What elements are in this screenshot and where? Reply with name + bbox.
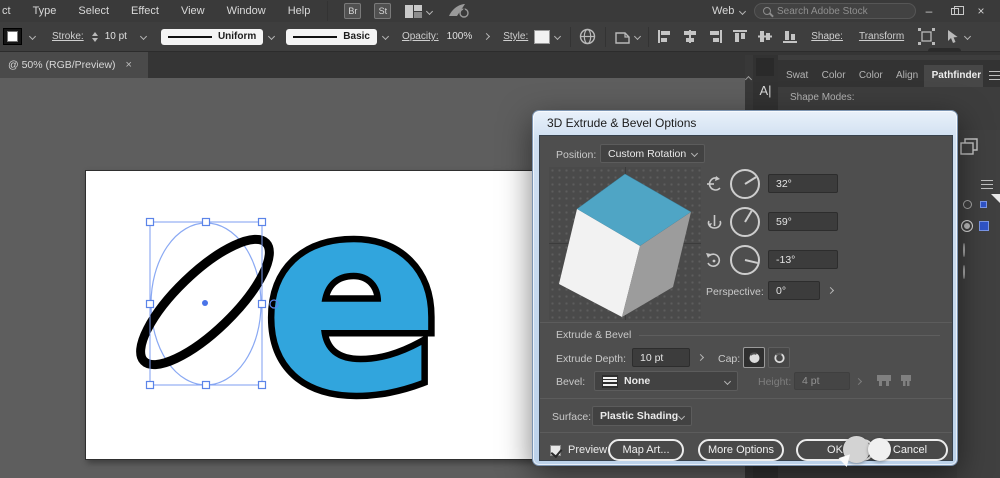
rotate-y-value: 59° (776, 216, 792, 228)
tab-color[interactable]: Color (814, 65, 851, 87)
rotate-z-axis-icon (706, 252, 723, 268)
layers-panel-sliver (957, 130, 1000, 478)
layer-row[interactable] (963, 200, 987, 209)
center-anchor-point[interactable] (202, 300, 208, 306)
layers-panel-menu-icon[interactable] (981, 180, 993, 189)
tab-color-guide[interactable]: Color (851, 65, 888, 87)
bevel-label: Bevel: (556, 376, 585, 388)
surface-value: Plastic Shading (600, 410, 678, 422)
height-label: Height: (758, 376, 791, 388)
map-art-button[interactable]: Map Art... (608, 439, 684, 461)
preview-toggle[interactable]: Preview (550, 444, 607, 456)
extrude-depth-field[interactable]: 10 pt (632, 348, 690, 367)
panel-tab-bar: Swat Color Color Align Pathfinder (778, 60, 1000, 87)
height-field-disabled: 4 pt (794, 372, 850, 390)
layer-row[interactable] (961, 220, 989, 232)
cap-hollow-icon (773, 352, 786, 364)
extrude-depth-slider-icon[interactable] (697, 354, 704, 361)
tab-pathfinder[interactable]: Pathfinder (924, 65, 984, 87)
rotate-y-axis-icon (707, 214, 722, 231)
panel-menu-icon[interactable] (989, 71, 1000, 80)
bevel-extent-icons (876, 372, 916, 388)
illustrator-window: ct Type Select Effect View Window Help B… (0, 0, 1000, 478)
track-cube[interactable] (549, 167, 701, 320)
dialog-body: Position: Custom Rotation (539, 135, 953, 461)
bevel-select[interactable]: None (594, 371, 738, 391)
extrude-section-header: Extrude & Bevel (556, 329, 940, 341)
layer-selection-indicator[interactable] (979, 221, 989, 231)
position-value: Custom Rotation (608, 148, 686, 160)
bevel-value: None (624, 375, 650, 387)
tab-align[interactable]: Align (888, 65, 924, 87)
extrude-depth-label: Extrude Depth: (556, 353, 626, 365)
rotate-x-value: 32° (776, 178, 792, 190)
shape-modes-label: Shape Modes: (790, 92, 855, 103)
layer-target-icon[interactable] (963, 265, 965, 279)
panel-corner-fold (991, 194, 1000, 203)
cursor-click-indicator (868, 438, 891, 461)
character-panel-icon[interactable]: A| (753, 83, 778, 98)
perspective-field[interactable]: 0° (768, 281, 820, 300)
rotate-z-dial[interactable] (730, 245, 760, 275)
cap-label: Cap: (718, 353, 740, 365)
logo-letter-e[interactable]: e (263, 146, 441, 451)
rotate-x-field[interactable]: 32° (768, 174, 838, 193)
layer-selection-indicator[interactable] (980, 201, 987, 208)
position-select[interactable]: Custom Rotation (600, 144, 705, 163)
chevron-down-icon (724, 377, 731, 384)
chevron-down-icon (691, 150, 698, 157)
tab-swatches[interactable]: Swat (778, 65, 814, 87)
height-value: 4 pt (802, 375, 820, 387)
rotate-y-dial[interactable] (730, 207, 760, 237)
artboards-icon[interactable] (960, 138, 982, 156)
panel-strip-header (756, 58, 774, 76)
layer-row[interactable] (963, 244, 965, 256)
more-options-button[interactable]: More Options (698, 439, 784, 461)
position-label: Position: (556, 149, 596, 161)
layer-target-icon-active[interactable] (961, 220, 973, 232)
dialog-3d-extrude-bevel[interactable]: 3D Extrude & Bevel Options Position: Cus… (532, 110, 958, 466)
preview-checkbox[interactable] (550, 445, 561, 456)
perspective-value: 0° (776, 285, 786, 297)
cap-hollow-button[interactable] (768, 347, 790, 368)
rotate-x-dial[interactable] (730, 169, 760, 199)
bevel-preview-swatch (602, 375, 618, 388)
surface-label: Surface: (552, 411, 591, 423)
extrude-depth-value: 10 pt (640, 352, 663, 364)
layer-target-icon[interactable] (963, 243, 965, 257)
preview-label: Preview (568, 444, 607, 456)
collapse-panel-icon[interactable] (745, 76, 752, 83)
layer-target-icon[interactable] (963, 200, 972, 209)
height-slider-icon (855, 378, 862, 385)
dialog-title: 3D Extrude & Bevel Options (547, 116, 696, 130)
cap-solid-icon (748, 352, 761, 364)
rotate-x-axis-icon (706, 176, 723, 192)
layer-row[interactable] (963, 266, 965, 278)
track-cube-area[interactable] (549, 167, 701, 320)
rotate-z-field[interactable]: -13° (768, 250, 838, 269)
rotate-y-field[interactable]: 59° (768, 212, 838, 231)
rotate-z-value: -13° (776, 254, 795, 266)
perspective-label: Perspective: (706, 286, 764, 298)
surface-select[interactable]: Plastic Shading (592, 406, 692, 426)
cap-solid-button[interactable] (743, 347, 765, 368)
perspective-slider-icon[interactable] (827, 287, 834, 294)
chevron-down-icon (678, 412, 685, 419)
extrude-section-label: Extrude & Bevel (556, 329, 631, 341)
